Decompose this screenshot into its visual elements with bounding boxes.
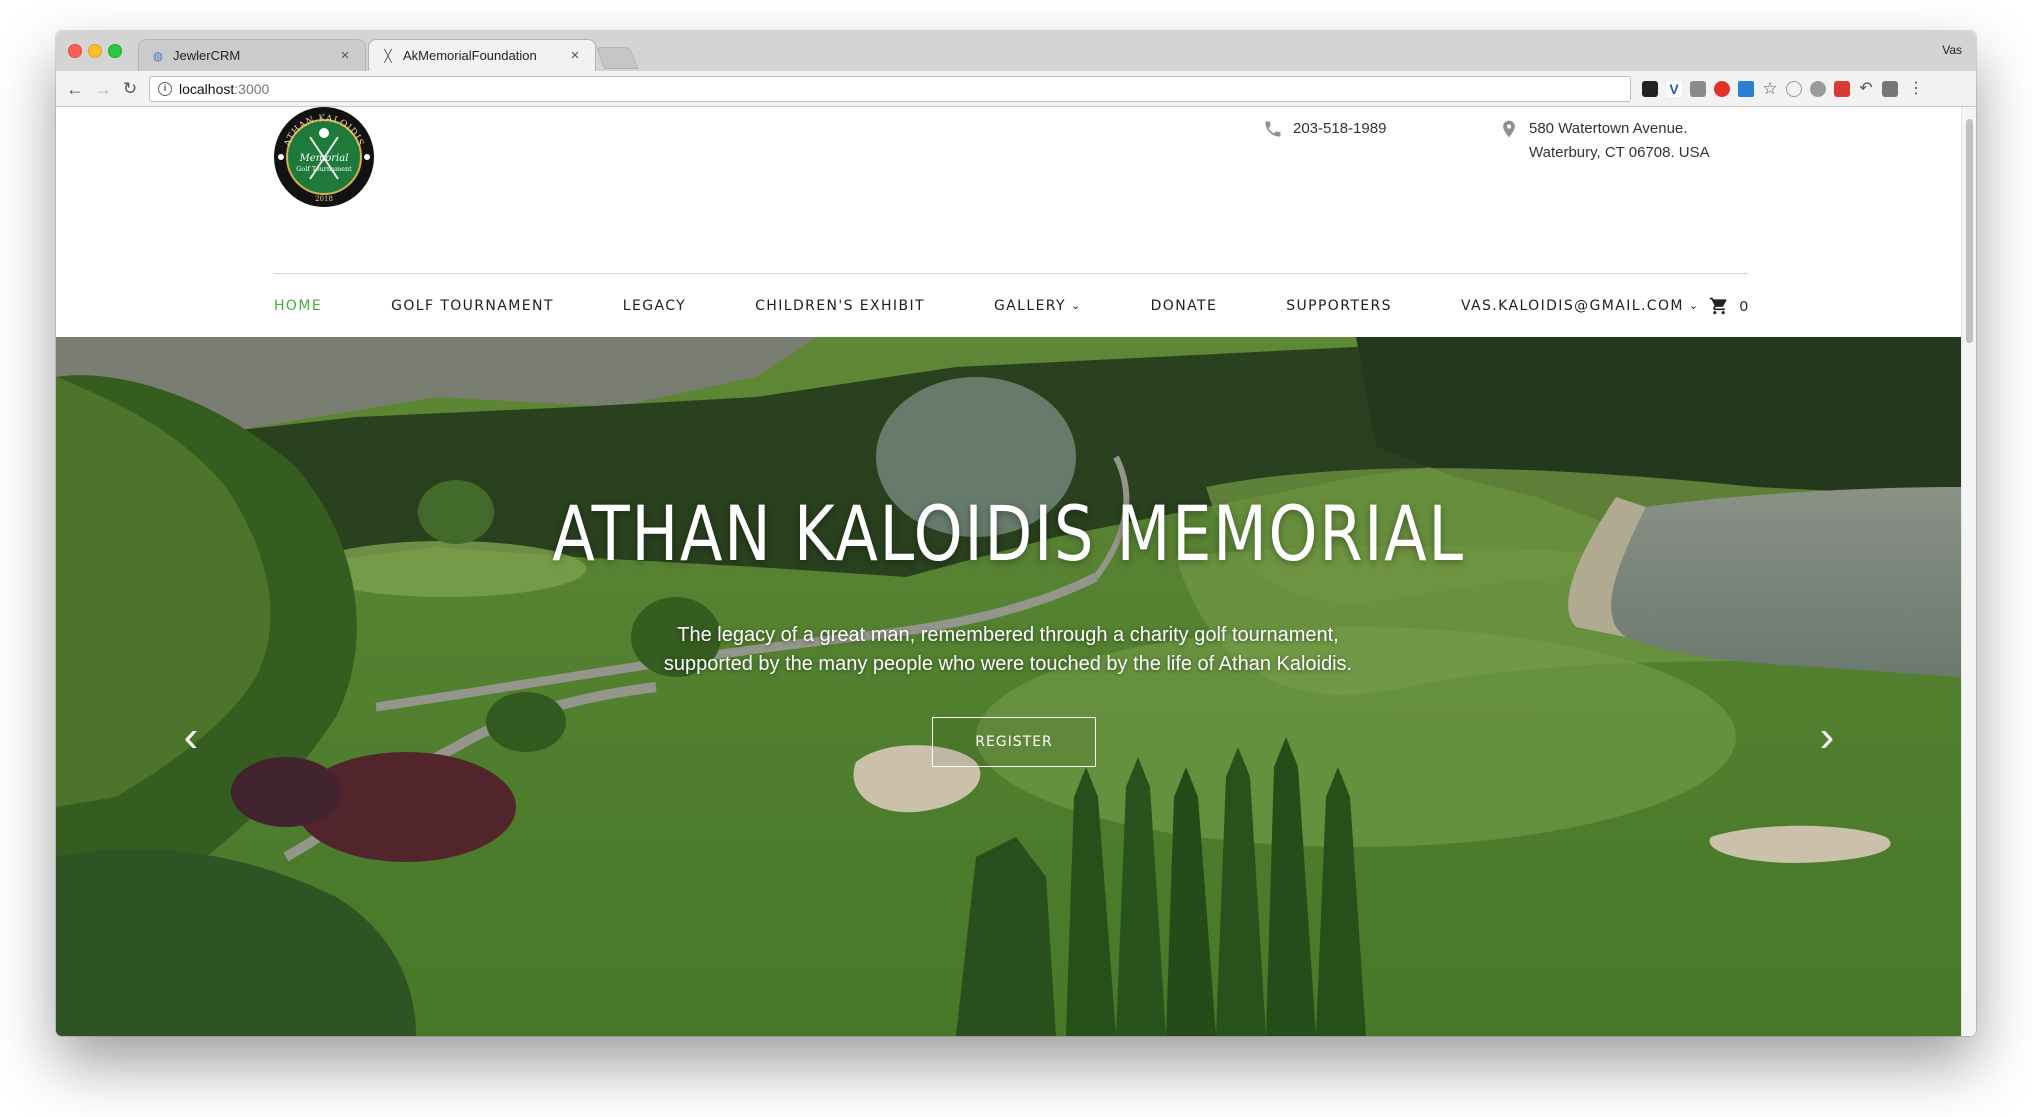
chevron-down-icon: ⌄	[1071, 299, 1082, 312]
tab-jewlercrm[interactable]: ◍ JewlerCRM ×	[138, 39, 366, 71]
extension-square-icon[interactable]	[1882, 81, 1898, 97]
extension-megaphone-icon[interactable]	[1738, 81, 1754, 97]
reload-icon[interactable]: ↻	[119, 78, 141, 100]
logo-year: 2018	[315, 195, 333, 203]
chevron-down-icon: ⌄	[1688, 299, 1700, 312]
nav-label: CHILDREN'S EXHIBIT	[755, 297, 925, 314]
page-scrollbar[interactable]	[1961, 107, 1976, 1036]
extension-calendar-icon[interactable]	[1834, 81, 1850, 97]
nav-item-golf-tournament[interactable]: GOLF TOURNAMENT	[391, 298, 554, 314]
hero-overlay	[56, 337, 1961, 1036]
extension-opera-icon[interactable]	[1714, 81, 1730, 97]
nav-label: GALLERY	[993, 297, 1066, 314]
address-text: 580 Watertown Avenue. Waterbury, CT 0670…	[1529, 117, 1710, 165]
carousel-next-arrow-icon[interactable]: ›	[1807, 712, 1847, 762]
browser-window: ◍ JewlerCRM × ╳ AkMemorialFoundation × V…	[56, 31, 1976, 1036]
nav-label: SUPPORTERS	[1286, 297, 1392, 314]
site-logo[interactable]: ATHAN KALOIDIS Memorial Golf Tournament …	[274, 107, 374, 207]
golf-clubs-icon: ╳	[384, 48, 392, 63]
map-pin-icon	[1503, 120, 1515, 138]
close-icon[interactable]: ×	[337, 47, 353, 64]
nav-item-account[interactable]: VAS.KALOIDIS@GMAIL.COM ⌄	[1461, 298, 1700, 314]
nav-item-gallery[interactable]: GALLERY ⌄	[994, 298, 1082, 314]
logo-text-memorial: Memorial	[299, 153, 349, 164]
address-bar[interactable]: i localhost:3000	[149, 76, 1631, 102]
shopping-cart-icon	[1709, 297, 1727, 315]
nav-item-donate[interactable]: DONATE	[1151, 298, 1218, 314]
nav-item-legacy[interactable]: LEGACY	[623, 298, 686, 314]
logo-text-golf-tournament: Golf Tournament	[296, 165, 352, 173]
contact-address[interactable]: 580 Watertown Avenue. Waterbury, CT 0670…	[1499, 117, 1710, 165]
forward-arrow-icon[interactable]: →	[92, 78, 114, 100]
profile-name[interactable]: Vas	[1942, 43, 1962, 57]
extension-grid-icon[interactable]	[1690, 81, 1706, 97]
tab-title: AkMemorialFoundation	[403, 48, 537, 63]
nav-label: GOLF TOURNAMENT	[391, 297, 554, 314]
cart-count: 0	[1739, 297, 1748, 315]
new-tab-button[interactable]	[595, 47, 639, 69]
extension-circle-icon[interactable]	[1786, 81, 1802, 97]
extension-v-icon[interactable]: V	[1666, 81, 1682, 97]
scrollbar-thumb[interactable]	[1966, 119, 1973, 343]
tab-akmemorialfoundation[interactable]: ╳ AkMemorialFoundation ×	[368, 39, 596, 71]
contact-phone[interactable]: 203-518-1989	[1263, 117, 1386, 141]
tab-title: JewlerCRM	[173, 48, 241, 63]
address-line-1: 580 Watertown Avenue.	[1529, 120, 1688, 137]
nav-label: LEGACY	[622, 297, 687, 314]
nav-label: VAS.KALOIDIS@GMAIL.COM	[1460, 297, 1684, 314]
close-window-button[interactable]	[68, 44, 82, 58]
back-arrow-icon[interactable]: ←	[64, 78, 86, 100]
url-port: :3000	[234, 81, 270, 97]
cart-button[interactable]: 0	[1708, 296, 1748, 316]
register-button[interactable]: REGISTER	[932, 717, 1096, 767]
zoom-window-button[interactable]	[108, 44, 122, 58]
hero-subtitle-line-1: The legacy of a great man, remembered th…	[677, 624, 1339, 646]
url-host: localhost	[179, 81, 235, 97]
info-icon[interactable]: i	[158, 82, 172, 96]
browser-menu-icon[interactable]: ⋮	[1908, 81, 1924, 97]
nav-label: HOME	[274, 297, 323, 314]
hero-carousel: ATHAN KALOIDIS MEMORIAL The legacy of a …	[56, 337, 1961, 1036]
phone-icon	[1265, 121, 1281, 137]
site-header: ATHAN KALOIDIS Memorial Golf Tournament …	[56, 107, 1961, 315]
bookmark-star-icon[interactable]: ☆	[1762, 80, 1778, 97]
minimize-window-button[interactable]	[88, 44, 102, 58]
extension-reply-icon[interactable]: ↶	[1858, 81, 1874, 97]
extension-gear-icon[interactable]	[1810, 81, 1826, 97]
tab-strip: ◍ JewlerCRM × ╳ AkMemorialFoundation × V…	[56, 31, 1976, 71]
logo-emblem: ATHAN KALOIDIS Memorial Golf Tournament …	[275, 108, 373, 206]
browser-toolbar: ← → ↻ i localhost:3000 V ☆ ↶ ⋮	[56, 71, 1976, 107]
hero-title: ATHAN KALOIDIS MEMORIAL	[552, 489, 1465, 578]
nav-label: DONATE	[1150, 297, 1218, 314]
main-navigation: HOME GOLF TOURNAMENT LEGACY CHILDREN'S E…	[274, 274, 1748, 337]
nav-item-home[interactable]: HOME	[274, 298, 322, 314]
globe-icon: ◍	[152, 48, 164, 63]
extension-jb-icon[interactable]	[1642, 81, 1658, 97]
hero-subtitle-line-2: supported by the many people who were to…	[663, 653, 1353, 675]
phone-number: 203-518-1989	[1293, 120, 1387, 137]
hero-subtitle: The legacy of a great man, remembered th…	[608, 621, 1408, 679]
carousel-prev-arrow-icon[interactable]: ‹	[171, 712, 211, 762]
close-icon[interactable]: ×	[567, 47, 583, 64]
web-page: ATHAN KALOIDIS Memorial Golf Tournament …	[56, 107, 1976, 1036]
nav-item-childrens-exhibit[interactable]: CHILDREN'S EXHIBIT	[755, 298, 925, 314]
nav-item-supporters[interactable]: SUPPORTERS	[1286, 298, 1392, 314]
address-line-2: Waterbury, CT 06708. USA	[1529, 144, 1710, 161]
